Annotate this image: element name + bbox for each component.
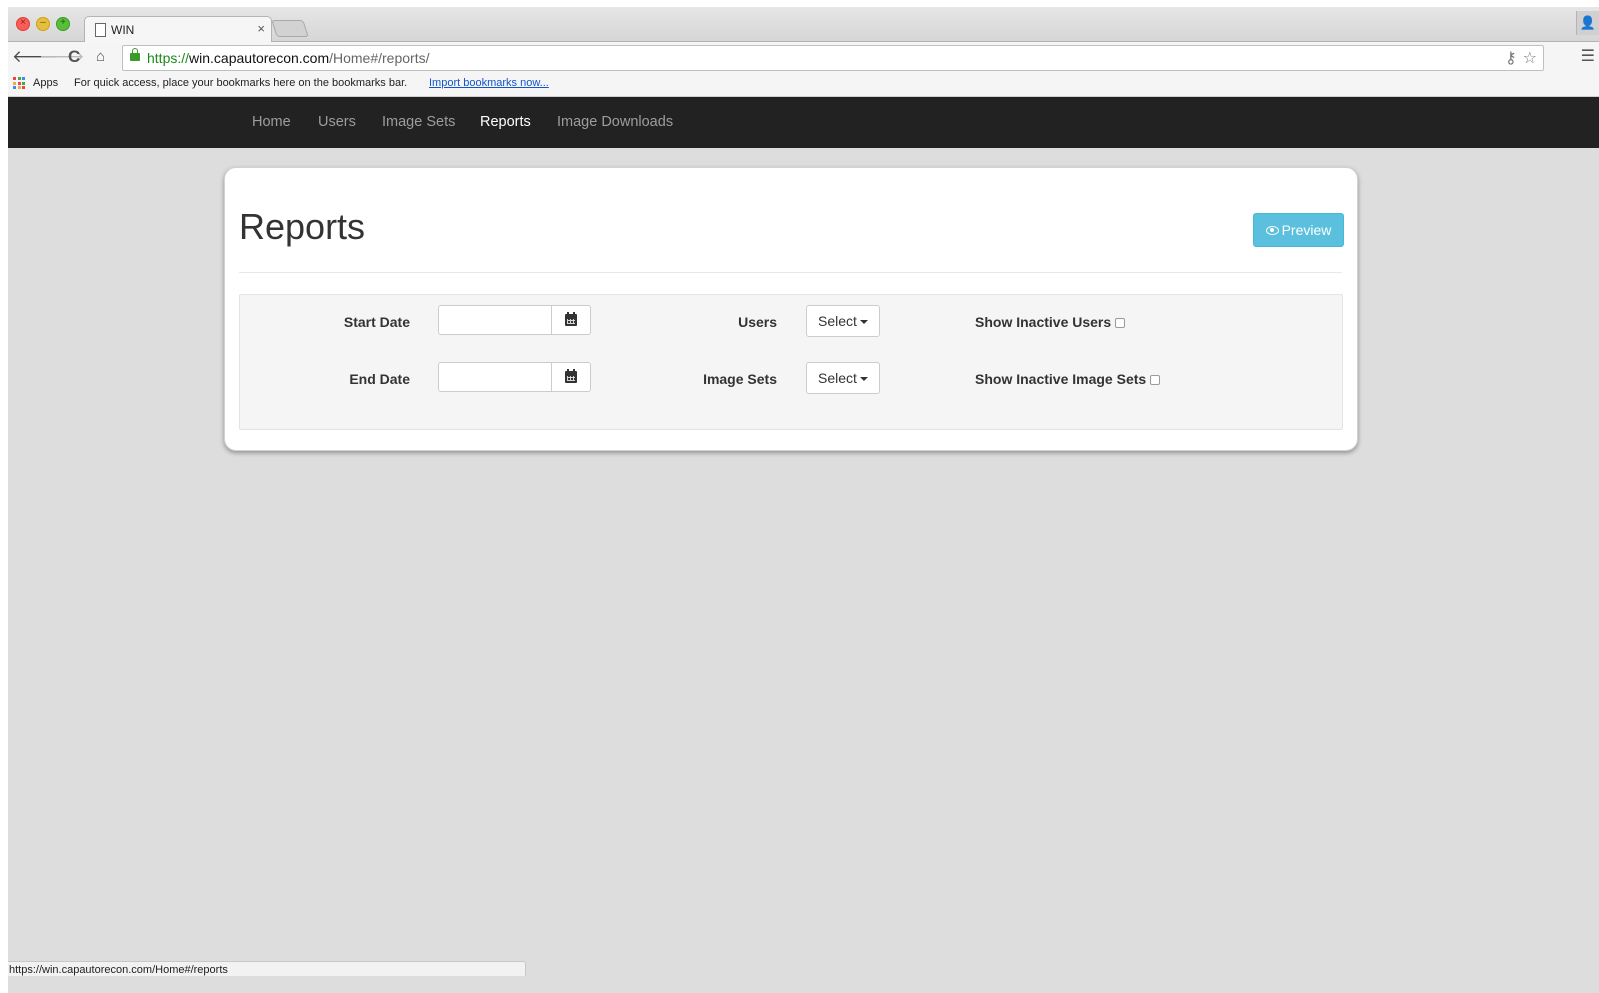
image-sets-label: Image Sets [703, 371, 777, 387]
browser-toolbar: 🡐 🡒 C ⌂ https://win.capautorecon.com/Hom… [8, 42, 1599, 72]
tab-strip: × – + WIN × 👤 [8, 7, 1599, 42]
status-bar-url: https://win.capautorecon.com/Home#/repor… [8, 961, 526, 976]
reports-panel: Reports Preview Start Date Users Select … [224, 167, 1358, 451]
nav-image-downloads[interactable]: Image Downloads [557, 114, 673, 130]
show-inactive-image-sets-checkbox[interactable] [1150, 375, 1160, 385]
divider [239, 272, 1342, 273]
address-bar[interactable]: https://win.capautorecon.com/Home#/repor… [122, 45, 1544, 71]
apps-link[interactable]: Apps [33, 77, 58, 89]
apps-grid-icon[interactable] [13, 77, 25, 89]
page-icon [95, 23, 106, 37]
key-icon[interactable]: ⚷ [1505, 50, 1517, 67]
show-inactive-image-sets-label: Show Inactive Image Sets [975, 371, 1147, 387]
tab-title: WIN [111, 23, 135, 37]
image-sets-select-label: Select [818, 370, 857, 386]
start-date-input[interactable] [438, 305, 552, 335]
window-zoom-button[interactable]: + [56, 17, 70, 31]
end-date-calendar-button[interactable] [552, 362, 591, 392]
preview-button[interactable]: Preview [1253, 213, 1344, 247]
minimize-icon: – [40, 17, 46, 28]
start-date-group [438, 305, 592, 337]
start-date-label: Start Date [343, 314, 410, 330]
nav-home[interactable]: Home [252, 114, 291, 130]
image-sets-select[interactable]: Select [806, 362, 880, 394]
browser-tab[interactable]: WIN × [84, 16, 272, 42]
bookmarks-bar: Apps For quick access, place your bookma… [8, 72, 1599, 97]
show-inactive-users-checkbox[interactable] [1115, 318, 1125, 328]
calendar-icon [565, 369, 577, 383]
zoom-icon: + [60, 17, 66, 28]
hamburger-menu-icon[interactable]: ☰ [1581, 48, 1595, 66]
window-close-button[interactable]: × [16, 17, 30, 31]
app-navbar: Home Users Image Sets Reports Image Down… [8, 97, 1599, 148]
home-icon[interactable]: ⌂ [96, 47, 105, 67]
browser-window: × – + WIN × 👤 🡐 🡒 C ⌂ https://win.capaut… [8, 7, 1599, 993]
profile-icon[interactable]: 👤 [1576, 11, 1599, 35]
page-title: Reports [239, 206, 366, 247]
window-minimize-button[interactable]: – [36, 17, 50, 31]
end-date-input[interactable] [438, 362, 552, 392]
lock-icon [130, 48, 140, 61]
preview-label: Preview [1281, 222, 1332, 238]
caret-down-icon [859, 320, 868, 325]
bookmarks-hint: For quick access, place your bookmarks h… [74, 77, 408, 89]
show-inactive-users-label: Show Inactive Users [975, 314, 1112, 330]
nav-users[interactable]: Users [318, 114, 356, 130]
import-bookmarks-link[interactable]: Import bookmarks now... [429, 77, 549, 89]
users-label: Users [738, 314, 777, 330]
end-date-label: End Date [349, 371, 410, 387]
calendar-icon [565, 312, 577, 326]
nav-image-sets[interactable]: Image Sets [382, 114, 455, 130]
users-select-label: Select [818, 313, 857, 329]
filters-panel: Start Date Users Select Show Inactive Us… [239, 294, 1343, 430]
eye-icon [1265, 225, 1279, 235]
caret-down-icon [859, 377, 868, 382]
start-date-calendar-button[interactable] [552, 305, 591, 335]
reload-icon[interactable]: C [68, 47, 80, 67]
users-select[interactable]: Select [806, 305, 880, 337]
url-text: https://win.capautorecon.com/Home#/repor… [147, 50, 430, 66]
tab-close-icon[interactable]: × [257, 21, 265, 36]
star-icon[interactable]: ☆ [1523, 50, 1537, 67]
end-date-group [438, 362, 592, 394]
new-tab-button[interactable] [271, 20, 309, 37]
nav-reports[interactable]: Reports [480, 114, 531, 130]
close-icon: × [20, 17, 26, 28]
